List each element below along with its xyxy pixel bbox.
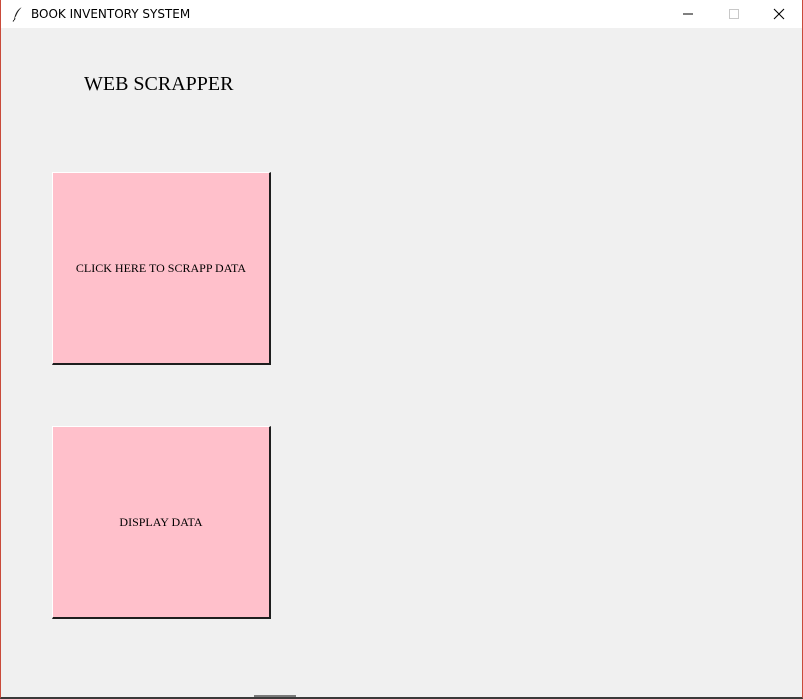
scrape-data-button[interactable]: CLICK HERE TO SCRAPP DATA: [52, 172, 271, 365]
page-title: WEB SCRAPPER: [84, 73, 234, 95]
minimize-icon: [682, 5, 694, 24]
maximize-icon: [728, 5, 740, 24]
main-content: WEB SCRAPPER CLICK HERE TO SCRAPP DATA D…: [1, 28, 802, 697]
maximize-button[interactable]: [711, 0, 757, 28]
close-button[interactable]: [756, 0, 802, 28]
app-window: BOOK INVENTORY SYSTEM WEB SCRAPPER CLICK…: [0, 0, 803, 699]
title-bar[interactable]: BOOK INVENTORY SYSTEM: [1, 0, 802, 28]
window-title: BOOK INVENTORY SYSTEM: [31, 7, 191, 21]
bottom-edge-highlight: [254, 695, 296, 697]
minimize-button[interactable]: [665, 0, 711, 28]
display-data-button[interactable]: DISPLAY DATA: [52, 426, 271, 619]
feather-icon: [11, 6, 25, 22]
close-icon: [773, 5, 785, 24]
